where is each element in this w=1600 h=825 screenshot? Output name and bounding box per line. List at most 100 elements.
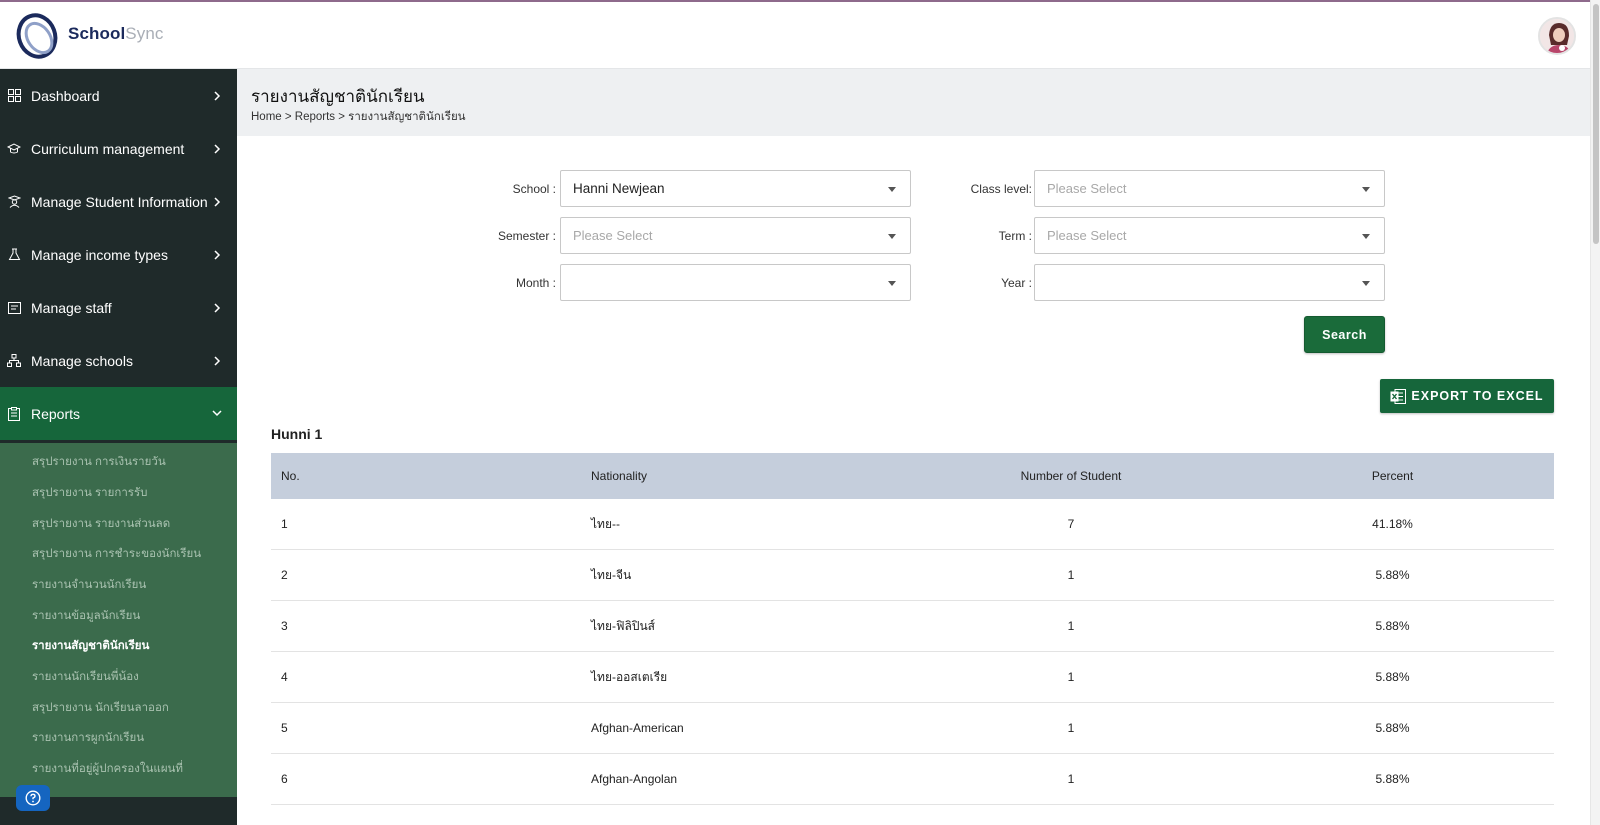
cell-no: 5 (281, 721, 288, 735)
school-select[interactable]: Hanni Newjean (560, 170, 911, 207)
table-row: 3 ไทย-ฟิลิปินส์ 1 5.88% (271, 601, 1554, 652)
submenu-item-student-linking[interactable]: รายงานการผูกนักเรียน (32, 729, 144, 747)
excel-icon (1390, 388, 1407, 404)
table-row: 4 ไทย-ออสเตเรีย 1 5.88% (271, 652, 1554, 703)
cell-nationality: Afghan-American (591, 721, 684, 735)
scrollbar-thumb[interactable] (1593, 4, 1599, 244)
table-row: 5 Afghan-American 1 5.88% (271, 703, 1554, 754)
student-icon (7, 195, 21, 209)
cell-student-count: 1 (1067, 619, 1075, 633)
top-bar: SchoolSync (0, 2, 1590, 69)
cell-nationality: ไทย-ออสเตเรีย (591, 669, 668, 684)
semester-placeholder: Please Select (573, 228, 653, 243)
sidebar-item-schools[interactable]: Manage schools (0, 334, 237, 387)
brand-name-primary: School (68, 24, 126, 43)
sidebar-item-income-types[interactable]: Manage income types (0, 228, 237, 281)
sidebar-item-curriculum[interactable]: Curriculum management (0, 122, 237, 175)
page-title: รายงานสัญชาตินักเรียน (251, 87, 425, 106)
grid-icon (7, 89, 21, 103)
cell-nationality: ไทย-จีน (591, 567, 632, 582)
class-level-select[interactable]: Please Select (1034, 170, 1385, 207)
sidebar-item-staff[interactable]: Manage staff (0, 281, 237, 334)
submenu-item-student-count[interactable]: รายงานจำนวนนักเรียน (32, 576, 146, 594)
caret-down-icon (1362, 234, 1370, 239)
sidebar-item-label: Reports (31, 405, 81, 422)
sidebar-item-reports[interactable]: Reports (0, 387, 237, 440)
sidebar-item-dashboard[interactable]: Dashboard (0, 69, 237, 122)
cell-nationality: ไทย-- (591, 516, 620, 531)
cell-percent: 5.88% (1375, 670, 1410, 684)
cell-percent: 5.88% (1375, 772, 1410, 786)
export-button-label: EXPORT TO EXCEL (1411, 389, 1544, 403)
caret-down-icon (1362, 281, 1370, 286)
cell-percent: 5.88% (1375, 568, 1410, 582)
cell-student-count: 1 (1067, 670, 1075, 684)
table-header: No. Nationality Number of Student Percen… (271, 453, 1554, 499)
search-button[interactable]: Search (1304, 316, 1385, 353)
cell-percent: 5.88% (1375, 721, 1410, 735)
page-scrollbar[interactable] (1590, 0, 1600, 825)
caret-down-icon (888, 281, 896, 286)
sidebar-item-student-information[interactable]: Manage Student Information (0, 175, 237, 228)
chevron-right-icon (211, 249, 223, 260)
table-row: 2 ไทย-จีน 1 5.88% (271, 550, 1554, 601)
semester-select[interactable]: Please Select (560, 217, 911, 254)
sidebar-item-label: Dashboard (31, 87, 100, 104)
sidebar-item-label: Curriculum management (31, 140, 185, 157)
user-avatar[interactable] (1538, 17, 1576, 55)
semester-label: Semester : (497, 229, 556, 243)
avatar-image-icon (1540, 19, 1574, 53)
term-placeholder: Please Select (1047, 228, 1127, 243)
submenu-item-guardian-map[interactable]: รายงานที่อยู่ผู้ปกครองในแผนที่ (32, 760, 183, 778)
report-group-title: Hunni 1 (271, 426, 323, 442)
caret-down-icon (888, 187, 896, 192)
year-label: Year : (1001, 276, 1032, 290)
submenu-item-siblings[interactable]: รายงานนักเรียนพี่น้อง (32, 668, 139, 686)
flask-icon (7, 248, 21, 262)
caret-down-icon (888, 234, 896, 239)
submenu-item-withdrawn-students[interactable]: สรุปรายงาน นักเรียนลาออก (32, 699, 169, 717)
nationality-table: No. Nationality Number of Student Percen… (271, 453, 1554, 805)
export-excel-button[interactable]: EXPORT TO EXCEL (1380, 379, 1554, 413)
column-header-nationality: Nationality (591, 469, 648, 483)
caret-down-icon (1362, 187, 1370, 192)
submenu-item-student-nationality[interactable]: รายงานสัญชาตินักเรียน (32, 637, 149, 655)
cell-student-count: 1 (1067, 772, 1075, 786)
column-header-no: No. (281, 469, 300, 483)
sidebar-item-label: Manage income types (31, 246, 168, 263)
cell-nationality: Afghan-Angolan (591, 772, 678, 786)
class-level-placeholder: Please Select (1047, 181, 1127, 196)
breadcrumb: Home > Reports > รายงานสัญชาตินักเรียน (251, 111, 466, 123)
month-select[interactable] (560, 264, 911, 301)
id-card-icon (7, 301, 21, 315)
chevron-right-icon (211, 90, 223, 101)
sidebar: Dashboard Curriculum management Manage S… (0, 69, 237, 825)
cell-no: 3 (281, 619, 288, 633)
cell-no: 4 (281, 670, 288, 684)
month-label: Month : (515, 276, 556, 290)
year-select[interactable] (1034, 264, 1385, 301)
brand-name: SchoolSync (68, 24, 163, 44)
chevron-down-icon (211, 410, 223, 417)
help-button[interactable] (16, 785, 50, 811)
schoolsync-logo-icon (16, 13, 58, 59)
submenu-item-student-info[interactable]: รายงานข้อมูลนักเรียน (32, 607, 140, 625)
submenu-item-receipts[interactable]: สรุปรายงาน รายการรับ (32, 484, 147, 502)
table-row: 1 ไทย-- 7 41.18% (271, 499, 1554, 550)
chevron-right-icon (211, 196, 223, 207)
sidebar-item-label: Manage schools (31, 352, 133, 369)
term-select[interactable]: Please Select (1034, 217, 1385, 254)
submenu-item-discounts[interactable]: สรุปรายงาน รายงานส่วนลด (32, 515, 170, 533)
cell-percent: 41.18% (1372, 517, 1413, 531)
chevron-right-icon (211, 143, 223, 154)
graduation-cap-icon (7, 142, 21, 156)
chevron-right-icon (211, 355, 223, 366)
clipboard-icon (7, 406, 21, 421)
submenu-item-student-payments[interactable]: สรุปรายงาน การชำระของนักเรียน (32, 545, 201, 563)
submenu-item-daily-finance[interactable]: สรุปรายงาน การเงินรายวัน (32, 453, 166, 471)
help-icon (25, 790, 41, 806)
cell-percent: 5.88% (1375, 619, 1410, 633)
sidebar-item-label: Manage Student Information (31, 193, 208, 210)
chevron-right-icon (211, 302, 223, 313)
class-level-label: Class level: (970, 182, 1032, 196)
